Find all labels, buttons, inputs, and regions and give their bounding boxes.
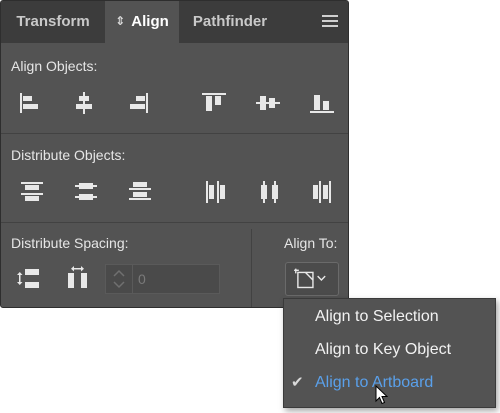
tab-bar: Transform ⇕ Align Pathfinder <box>1 1 348 43</box>
vertical-distribute-center-icon[interactable] <box>71 177 101 207</box>
spacing-value-input[interactable]: 0 <box>105 264 220 294</box>
checkmark-icon: ✔ <box>291 374 304 391</box>
vertical-align-bottom-icon[interactable] <box>307 88 337 118</box>
tab-transform-label: Transform <box>16 13 90 30</box>
align-panel: Transform ⇕ Align Pathfinder Align Object… <box>0 0 349 308</box>
vertical-align-top-icon[interactable] <box>199 88 229 118</box>
divider <box>251 229 252 307</box>
horizontal-distribute-right-icon[interactable] <box>307 177 337 207</box>
menu-item-align-to-selection[interactable]: Align to Selection <box>284 302 495 332</box>
horizontal-align-right-icon[interactable] <box>123 88 153 118</box>
tab-align[interactable]: ⇕ Align <box>105 1 179 43</box>
horizontal-align-left-icon[interactable] <box>15 88 45 118</box>
horizontal-distribute-center-icon[interactable] <box>255 177 285 207</box>
vertical-distribute-bottom-icon[interactable] <box>125 177 155 207</box>
horizontal-distribute-space-icon[interactable] <box>63 264 93 294</box>
mouse-cursor-icon <box>375 385 389 405</box>
horizontal-align-center-icon[interactable] <box>69 88 99 118</box>
tab-transform[interactable]: Transform <box>1 1 105 43</box>
menu-item-align-to-artboard[interactable]: ✔ Align to Artboard <box>284 368 495 398</box>
align-to-title: Align To: <box>284 235 338 251</box>
distribute-objects-title: Distribute Objects: <box>11 147 126 163</box>
artboard-icon <box>294 268 326 289</box>
tab-pathfinder[interactable]: Pathfinder <box>179 1 281 43</box>
tab-align-label: Align <box>131 13 169 30</box>
align-objects-title: Align Objects: <box>11 58 98 74</box>
distribute-spacing-title: Distribute Spacing: <box>11 235 129 251</box>
updown-arrows-icon: ⇕ <box>115 14 126 28</box>
vertical-align-center-icon[interactable] <box>253 88 283 118</box>
vertical-distribute-top-icon[interactable] <box>17 177 47 207</box>
divider <box>1 133 348 134</box>
align-to-menu: Align to Selection Align to Key Object ✔… <box>283 298 496 408</box>
divider <box>1 222 348 223</box>
menu-item-align-to-key-object[interactable]: Align to Key Object <box>284 335 495 365</box>
spacing-value: 0 <box>138 271 146 287</box>
menu-item-label: Align to Selection <box>315 308 439 325</box>
horizontal-distribute-left-icon[interactable] <box>201 177 231 207</box>
tab-pathfinder-label: Pathfinder <box>192 13 268 30</box>
menu-item-label: Align to Key Object <box>315 341 452 358</box>
spin-arrows-icon[interactable] <box>106 265 133 293</box>
vertical-distribute-space-icon[interactable] <box>15 264 45 294</box>
panel-menu-icon[interactable] <box>322 15 338 28</box>
align-to-dropdown[interactable] <box>285 262 339 296</box>
